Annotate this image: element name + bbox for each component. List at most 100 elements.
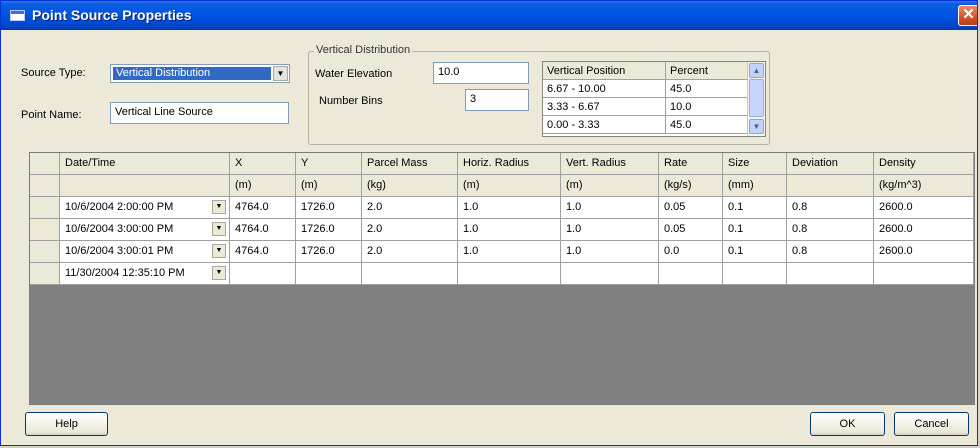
datetime-value: 10/6/2004 3:00:01 PM (65, 245, 174, 257)
x-cell[interactable]: 4764.0 (230, 219, 296, 241)
deviation-cell[interactable]: 0.8 (787, 241, 874, 263)
vert-radius-cell[interactable] (561, 263, 659, 285)
chevron-down-icon[interactable]: ▼ (273, 66, 288, 81)
rate-cell[interactable]: 0.0 (659, 241, 723, 263)
unit-vert-radius: (m) (561, 175, 659, 197)
column-header-x[interactable]: X (230, 153, 296, 175)
bins-scrollbar[interactable]: ▲ ▼ (747, 62, 765, 136)
chevron-up-icon[interactable]: ▲ (749, 63, 764, 78)
unit-rate: (kg/s) (659, 175, 723, 197)
point-source-properties-dialog: Point Source Properties ✕ Source Type: V… (0, 0, 978, 446)
vertical-position-cell[interactable]: 6.67 - 10.00 (543, 80, 666, 98)
chevron-down-icon[interactable]: ▼ (212, 222, 226, 236)
water-elevation-label: Water Elevation (315, 68, 393, 80)
column-header-deviation[interactable]: Deviation (787, 153, 874, 175)
rate-cell[interactable] (659, 263, 723, 285)
rate-cell[interactable]: 0.05 (659, 219, 723, 241)
vertical-position-cell[interactable]: 3.33 - 6.67 (543, 98, 666, 116)
close-button[interactable]: ✕ (958, 5, 977, 26)
vertical-position-header: Vertical Position (543, 62, 666, 80)
vertical-bin-row: 6.67 - 10.00 45.0 (543, 80, 765, 98)
unit-horiz-radius: (m) (458, 175, 561, 197)
density-cell[interactable] (874, 263, 974, 285)
unit-density: (kg/m^3) (874, 175, 974, 197)
datetime-value: 10/6/2004 3:00:00 PM (65, 223, 174, 235)
help-button[interactable]: Help (25, 412, 108, 436)
vert-radius-cell[interactable]: 1.0 (561, 241, 659, 263)
unit-size: (mm) (723, 175, 787, 197)
rate-cell[interactable]: 0.05 (659, 197, 723, 219)
horiz-radius-cell[interactable]: 1.0 (458, 241, 561, 263)
unit-parcel-mass: (kg) (362, 175, 458, 197)
y-cell[interactable] (296, 263, 362, 285)
y-cell[interactable]: 1726.0 (296, 197, 362, 219)
chevron-down-icon[interactable]: ▼ (749, 119, 764, 134)
deviation-cell[interactable] (787, 263, 874, 285)
vertical-position-cell[interactable]: 0.00 - 3.33 (543, 116, 666, 134)
column-header-horiz-radius[interactable]: Horiz. Radius (458, 153, 561, 175)
datetime-cell[interactable]: 11/30/2004 12:35:10 PM ▼ (60, 263, 230, 285)
column-header-datetime[interactable]: Date/Time (60, 153, 230, 175)
size-cell[interactable] (723, 263, 787, 285)
horiz-radius-cell[interactable] (458, 263, 561, 285)
horiz-radius-cell[interactable]: 1.0 (458, 197, 561, 219)
chevron-down-icon[interactable]: ▼ (212, 244, 226, 258)
parcel-mass-cell[interactable]: 2.0 (362, 219, 458, 241)
window-icon (10, 10, 25, 21)
y-cell[interactable]: 1726.0 (296, 241, 362, 263)
percent-cell[interactable]: 10.0 (666, 98, 748, 116)
column-header-vert-radius[interactable]: Vert. Radius (561, 153, 659, 175)
chevron-down-icon[interactable]: ▼ (212, 266, 226, 280)
datetime-value: 11/30/2004 12:35:10 PM (65, 267, 185, 279)
x-cell[interactable]: 4764.0 (230, 197, 296, 219)
cancel-button[interactable]: Cancel (894, 412, 969, 436)
density-cell[interactable]: 2600.0 (874, 241, 974, 263)
row-header[interactable] (30, 241, 60, 263)
percent-header: Percent (666, 62, 748, 80)
column-header-y[interactable]: Y (296, 153, 362, 175)
unit-y: (m) (296, 175, 362, 197)
datetime-cell[interactable]: 10/6/2004 3:00:01 PM ▼ (60, 241, 230, 263)
vert-radius-cell[interactable]: 1.0 (561, 219, 659, 241)
density-cell[interactable]: 2600.0 (874, 219, 974, 241)
row-header (30, 175, 60, 197)
vert-radius-cell[interactable]: 1.0 (561, 197, 659, 219)
x-cell[interactable]: 4764.0 (230, 241, 296, 263)
x-cell[interactable] (230, 263, 296, 285)
percent-cell[interactable]: 45.0 (666, 80, 748, 98)
density-cell[interactable]: 2600.0 (874, 197, 974, 219)
horiz-radius-cell[interactable]: 1.0 (458, 219, 561, 241)
number-bins-input[interactable]: 3 (465, 89, 529, 111)
point-name-label: Point Name: (21, 109, 82, 121)
row-header[interactable] (30, 197, 60, 219)
row-header[interactable] (30, 219, 60, 241)
deviation-cell[interactable]: 0.8 (787, 197, 874, 219)
y-cell[interactable]: 1726.0 (296, 219, 362, 241)
water-elevation-input[interactable]: 10.0 (433, 62, 529, 84)
column-header-parcel-mass[interactable]: Parcel Mass (362, 153, 458, 175)
size-cell[interactable]: 0.1 (723, 219, 787, 241)
scroll-thumb[interactable] (749, 79, 764, 117)
title-bar[interactable]: Point Source Properties ✕ (1, 1, 977, 30)
parcel-mass-cell[interactable] (362, 263, 458, 285)
vertical-bin-row: 3.33 - 6.67 10.0 (543, 98, 765, 116)
deviation-cell[interactable]: 0.8 (787, 219, 874, 241)
percent-cell[interactable]: 45.0 (666, 116, 748, 134)
chevron-down-icon[interactable]: ▼ (212, 200, 226, 214)
column-header-density[interactable]: Density (874, 153, 974, 175)
row-header-corner (30, 153, 60, 175)
unit-x: (m) (230, 175, 296, 197)
size-cell[interactable]: 0.1 (723, 197, 787, 219)
point-name-input[interactable]: Vertical Line Source (110, 102, 289, 124)
size-cell[interactable]: 0.1 (723, 241, 787, 263)
datetime-cell[interactable]: 10/6/2004 3:00:00 PM ▼ (60, 219, 230, 241)
datetime-cell[interactable]: 10/6/2004 2:00:00 PM ▼ (60, 197, 230, 219)
unit-deviation (787, 175, 874, 197)
source-type-select[interactable]: Vertical Distribution ▼ (110, 64, 290, 83)
column-header-size[interactable]: Size (723, 153, 787, 175)
parcel-mass-cell[interactable]: 2.0 (362, 241, 458, 263)
ok-button[interactable]: OK (810, 412, 885, 436)
column-header-rate[interactable]: Rate (659, 153, 723, 175)
row-header[interactable] (30, 263, 60, 285)
parcel-mass-cell[interactable]: 2.0 (362, 197, 458, 219)
